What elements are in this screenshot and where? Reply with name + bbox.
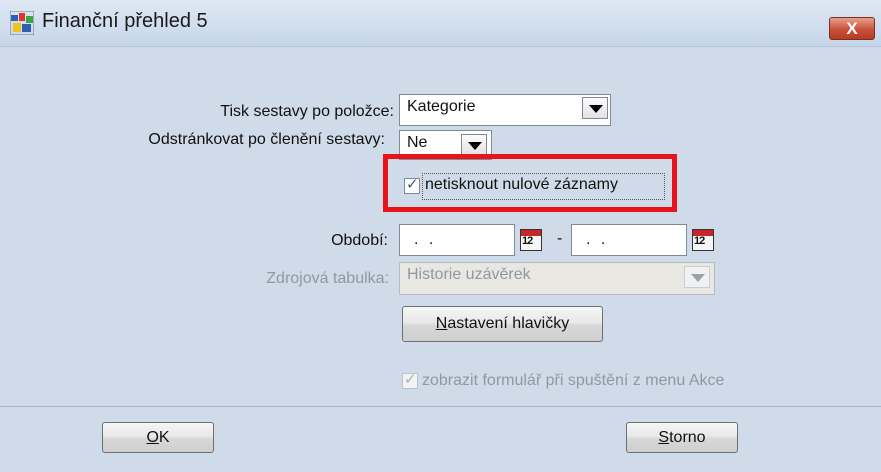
- chevron-down-icon: [691, 274, 705, 282]
- header-button-mnemonic: N: [435, 315, 448, 332]
- dialog-window: Finanční přehled 5 X Tisk sestavy po pol…: [0, 0, 881, 472]
- chevron-down-icon: [468, 142, 482, 150]
- netisknout-label[interactable]: netisknout nulové záznamy: [425, 176, 618, 194]
- zdroj-dropdown-button: [684, 266, 710, 288]
- checkmark-icon: ✓: [404, 371, 417, 388]
- checkmark-icon: ✓: [406, 176, 419, 193]
- zobrazit-label: zobrazit formulář při spuštění z menu Ak…: [422, 372, 725, 389]
- tisk-sestavy-dropdown-button[interactable]: [582, 97, 608, 119]
- close-button[interactable]: X: [829, 17, 875, 40]
- close-icon: X: [846, 19, 858, 38]
- zdroj-label: Zdrojová tabulka:: [266, 270, 389, 287]
- zdroj-value: Historie uzávěrek: [407, 266, 531, 283]
- title-bar[interactable]: Finanční přehled 5 X: [0, 0, 881, 47]
- separator-line: [0, 406, 881, 407]
- date-separator: -: [557, 230, 563, 247]
- odstrankovat-dropdown-button[interactable]: [461, 134, 487, 156]
- calendar-from-icon[interactable]: 12: [520, 229, 542, 251]
- zdroj-select: Historie uzávěrek: [399, 262, 715, 295]
- tisk-sestavy-value: Kategorie: [407, 98, 476, 115]
- nastaveni-hlavicky-button[interactable]: Nastavení hlavičky: [402, 306, 603, 342]
- calendar-number: 12: [522, 235, 533, 247]
- netisknout-checkbox[interactable]: ✓: [404, 176, 420, 194]
- header-button-label: astavení hlavičky: [447, 315, 570, 332]
- calendar-number: 12: [694, 235, 705, 247]
- odstrankovat-value: Ne: [407, 134, 428, 151]
- date-from-value: . .: [414, 231, 437, 248]
- odstrankovat-label: Odstránkovat po členění sestavy:: [148, 131, 385, 148]
- storno-mnemonic: S: [658, 429, 670, 446]
- obdobi-label: Období:: [331, 232, 388, 249]
- date-to-input[interactable]: . .: [571, 224, 687, 256]
- storno-label: torno: [669, 429, 706, 446]
- window-title: Finanční přehled 5: [42, 10, 208, 32]
- ok-label: K: [158, 429, 170, 446]
- ok-mnemonic: O: [146, 429, 159, 446]
- tisk-sestavy-label: Tisk sestavy po položce:: [220, 103, 394, 120]
- chevron-down-icon: [589, 105, 603, 113]
- app-icon: [10, 11, 34, 35]
- tisk-sestavy-select[interactable]: Kategorie: [399, 94, 611, 126]
- calendar-to-icon[interactable]: 12: [692, 229, 714, 251]
- date-to-value: . .: [586, 231, 609, 248]
- zobrazit-checkbox: ✓: [402, 371, 418, 389]
- storno-button[interactable]: Storno: [626, 422, 738, 453]
- date-from-input[interactable]: . .: [399, 224, 515, 256]
- ok-button[interactable]: OK: [102, 422, 214, 453]
